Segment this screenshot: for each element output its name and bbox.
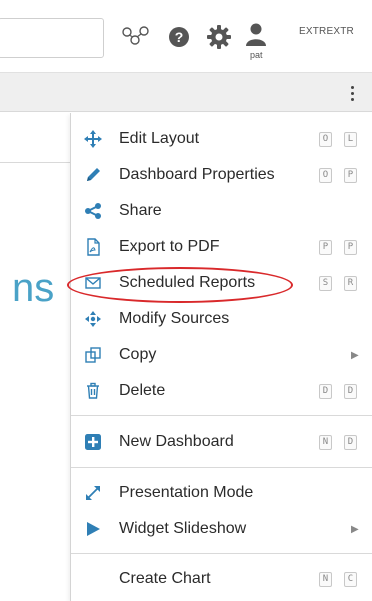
play-icon bbox=[83, 519, 103, 539]
top-header: ? pat EXTREXTR bbox=[0, 0, 372, 72]
menu-item-dashboard-properties[interactable]: Dashboard Properties O P bbox=[71, 159, 372, 191]
submenu-arrow-icon: ▶ bbox=[351, 523, 359, 535]
shortcut-key: P bbox=[344, 239, 357, 255]
dashboard-toolbar bbox=[0, 72, 372, 112]
help-icon[interactable]: ? bbox=[168, 26, 190, 48]
dashboard-title: ns bbox=[12, 266, 55, 310]
user-name: pat bbox=[250, 50, 263, 60]
shortcut-key: S bbox=[319, 275, 332, 291]
menu-divider bbox=[71, 415, 372, 416]
shortcut-key: D bbox=[344, 434, 357, 450]
menu-divider bbox=[71, 467, 372, 468]
shortcut-key: D bbox=[344, 383, 357, 399]
share-icon bbox=[83, 201, 103, 221]
menu-item-modify-sources[interactable]: Modify Sources bbox=[71, 303, 372, 335]
shortcut-key: L bbox=[344, 131, 357, 147]
menu-item-label: Dashboard Properties bbox=[119, 166, 275, 183]
pencil-icon bbox=[83, 165, 103, 185]
menu-item-label: Presentation Mode bbox=[119, 484, 254, 501]
gear-icon[interactable] bbox=[206, 24, 232, 50]
shortcut-key: P bbox=[319, 239, 332, 255]
menu-item-share[interactable]: Share bbox=[71, 195, 372, 227]
network-icon[interactable] bbox=[118, 24, 152, 48]
pdf-file-icon bbox=[83, 237, 103, 257]
menu-item-label: Copy bbox=[119, 346, 157, 363]
account-label[interactable]: EXTREXTR bbox=[299, 26, 354, 37]
shortcut-key: N bbox=[319, 434, 332, 450]
shortcut-key: C bbox=[344, 571, 357, 587]
more-options-icon[interactable] bbox=[345, 81, 359, 105]
shortcut-key: R bbox=[344, 275, 357, 291]
expand-icon bbox=[83, 483, 103, 503]
user-avatar-icon[interactable] bbox=[245, 22, 267, 48]
four-arrows-icon bbox=[83, 309, 103, 329]
menu-item-label: Scheduled Reports bbox=[119, 274, 256, 291]
shortcut-key: P bbox=[344, 167, 357, 183]
menu-item-label: Share bbox=[119, 202, 162, 219]
menu-item-label: Edit Layout bbox=[119, 130, 200, 147]
trash-icon bbox=[83, 381, 103, 401]
menu-item-delete[interactable]: Delete D D bbox=[71, 375, 372, 407]
svg-text:?: ? bbox=[175, 29, 184, 45]
shortcut-key: O bbox=[319, 131, 332, 147]
menu-item-label: Create Chart bbox=[119, 570, 211, 587]
plus-square-icon bbox=[83, 432, 103, 452]
menu-divider bbox=[71, 553, 372, 554]
menu-item-scheduled-reports[interactable]: Scheduled Reports S R bbox=[67, 267, 372, 303]
search-input[interactable] bbox=[0, 18, 104, 58]
menu-item-label: New Dashboard bbox=[119, 433, 234, 450]
dashboard-canvas bbox=[0, 112, 75, 601]
menu-item-label: Widget Slideshow bbox=[119, 520, 247, 537]
dashboard-actions-menu: Edit Layout O L Dashboard Properties O P… bbox=[67, 113, 372, 601]
menu-item-create-chart[interactable]: Create Chart N C bbox=[71, 563, 372, 595]
copy-icon bbox=[83, 345, 103, 365]
submenu-arrow-icon: ▶ bbox=[351, 349, 359, 361]
menu-item-label: Delete bbox=[119, 382, 166, 399]
menu-item-copy[interactable]: Copy ▶ bbox=[71, 339, 372, 371]
menu-item-presentation-mode[interactable]: Presentation Mode bbox=[71, 477, 372, 509]
divider bbox=[0, 162, 74, 163]
menu-item-label: Export to PDF bbox=[119, 238, 220, 255]
menu-item-widget-slideshow[interactable]: Widget Slideshow ▶ bbox=[71, 513, 372, 545]
shortcut-key: D bbox=[319, 383, 332, 399]
menu-item-export-pdf[interactable]: Export to PDF P P bbox=[71, 231, 372, 263]
menu-item-new-dashboard[interactable]: New Dashboard N D bbox=[71, 426, 372, 458]
menu-item-edit-layout[interactable]: Edit Layout O L bbox=[71, 123, 372, 155]
envelope-icon bbox=[83, 273, 103, 293]
shortcut-key: O bbox=[319, 167, 332, 183]
move-arrows-icon bbox=[83, 129, 103, 149]
shortcut-key: N bbox=[319, 571, 332, 587]
menu-item-label: Modify Sources bbox=[119, 310, 230, 327]
